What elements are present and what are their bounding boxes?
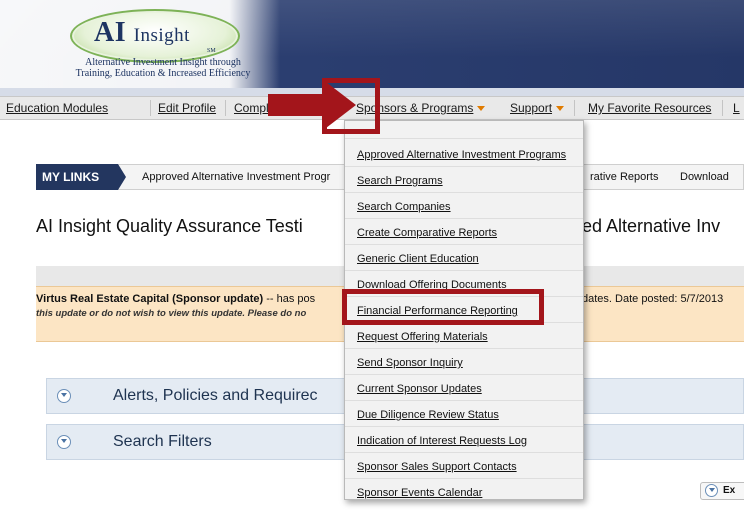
dropdown-item-interest-requests[interactable]: Indication of Interest Requests Log (345, 429, 583, 453)
page-title-continued: ed Alternative Inv (582, 216, 721, 236)
logo-sub: Insight (133, 25, 190, 46)
export-button[interactable]: Ex (700, 482, 744, 500)
expand-icon[interactable] (57, 389, 71, 403)
sponsor-update-body: -- has pos (263, 293, 316, 305)
tagline-line-1: Alternative Investment Insight through (85, 57, 241, 68)
dropdown-item-comparative-reports[interactable]: Create Comparative Reports (345, 221, 583, 245)
nav-support-label: Support (510, 101, 553, 115)
chevron-down-icon (556, 106, 565, 112)
sponsor-update-text: Virtus Real Estate Capital (Sponsor upda… (36, 293, 315, 305)
logo-tagline: Alternative Investment Insight through T… (58, 57, 268, 79)
annotation-highlight-nav (322, 78, 380, 134)
sponsor-update-title: Virtus Real Estate Capital (Sponsor upda… (36, 293, 264, 305)
dropdown-item-approved-programs[interactable]: Approved Alternative Investment Programs (345, 143, 583, 167)
logo-service-mark: SM (207, 48, 216, 54)
my-links-tab: MY LINKS (36, 164, 126, 190)
dropdown-item-offering-materials[interactable]: Request Offering Materials (345, 325, 583, 349)
nav-divider (150, 100, 151, 116)
dropdown-item-events-calendar[interactable]: Sponsor Events Calendar (345, 481, 583, 505)
dropdown-item-partial[interactable] (345, 121, 583, 139)
nav-item-truncated[interactable]: L (727, 97, 744, 119)
nav-divider (574, 100, 575, 116)
dropdown-item-sponsor-updates[interactable]: Current Sponsor Updates (345, 377, 583, 401)
nav-item-edit-profile[interactable]: Edit Profile (152, 97, 222, 119)
dropdown-item-sales-support[interactable]: Sponsor Sales Support Contacts (345, 455, 583, 479)
nav-item-education-modules[interactable]: Education Modules (0, 97, 114, 119)
nav-item-my-favorite-resources[interactable]: My Favorite Resources (582, 97, 717, 119)
logo-wordmark[interactable]: AI Insight (94, 17, 190, 49)
my-links-comparative-reports[interactable]: rative Reports (590, 164, 658, 190)
export-button-label: Ex (723, 485, 736, 496)
nav-divider (722, 100, 723, 116)
annotation-arrow-shaft (268, 94, 330, 116)
logo-main: AI (94, 17, 127, 48)
search-filters-label: Search Filters (113, 433, 212, 450)
nav-item-support[interactable]: Support (504, 97, 570, 119)
dropdown-item-search-programs[interactable]: Search Programs (345, 169, 583, 193)
dropdown-item-client-education[interactable]: Generic Client Education (345, 247, 583, 271)
chevron-down-icon (477, 106, 486, 112)
tagline-line-2: Training, Education & Increased Efficien… (75, 68, 251, 79)
dropdown-item-sponsor-inquiry[interactable]: Send Sponsor Inquiry (345, 351, 583, 375)
sponsor-update-date: dates. Date posted: 5/7/2013 (582, 293, 724, 305)
expand-icon[interactable] (57, 435, 71, 449)
my-links-approved-programs[interactable]: Approved Alternative Investment Progr (142, 164, 330, 190)
expand-icon (705, 484, 718, 497)
my-links-download[interactable]: Download (680, 164, 729, 190)
sponsor-update-note: this update or do not wish to view this … (36, 308, 307, 319)
page-title: AI Insight Quality Assurance Testi (36, 216, 303, 236)
alerts-panel-label: Alerts, Policies and Requirec (113, 387, 318, 404)
annotation-highlight-financial (342, 289, 544, 325)
dropdown-item-search-companies[interactable]: Search Companies (345, 195, 583, 219)
nav-divider (225, 100, 226, 116)
dropdown-item-due-diligence[interactable]: Due Diligence Review Status (345, 403, 583, 427)
